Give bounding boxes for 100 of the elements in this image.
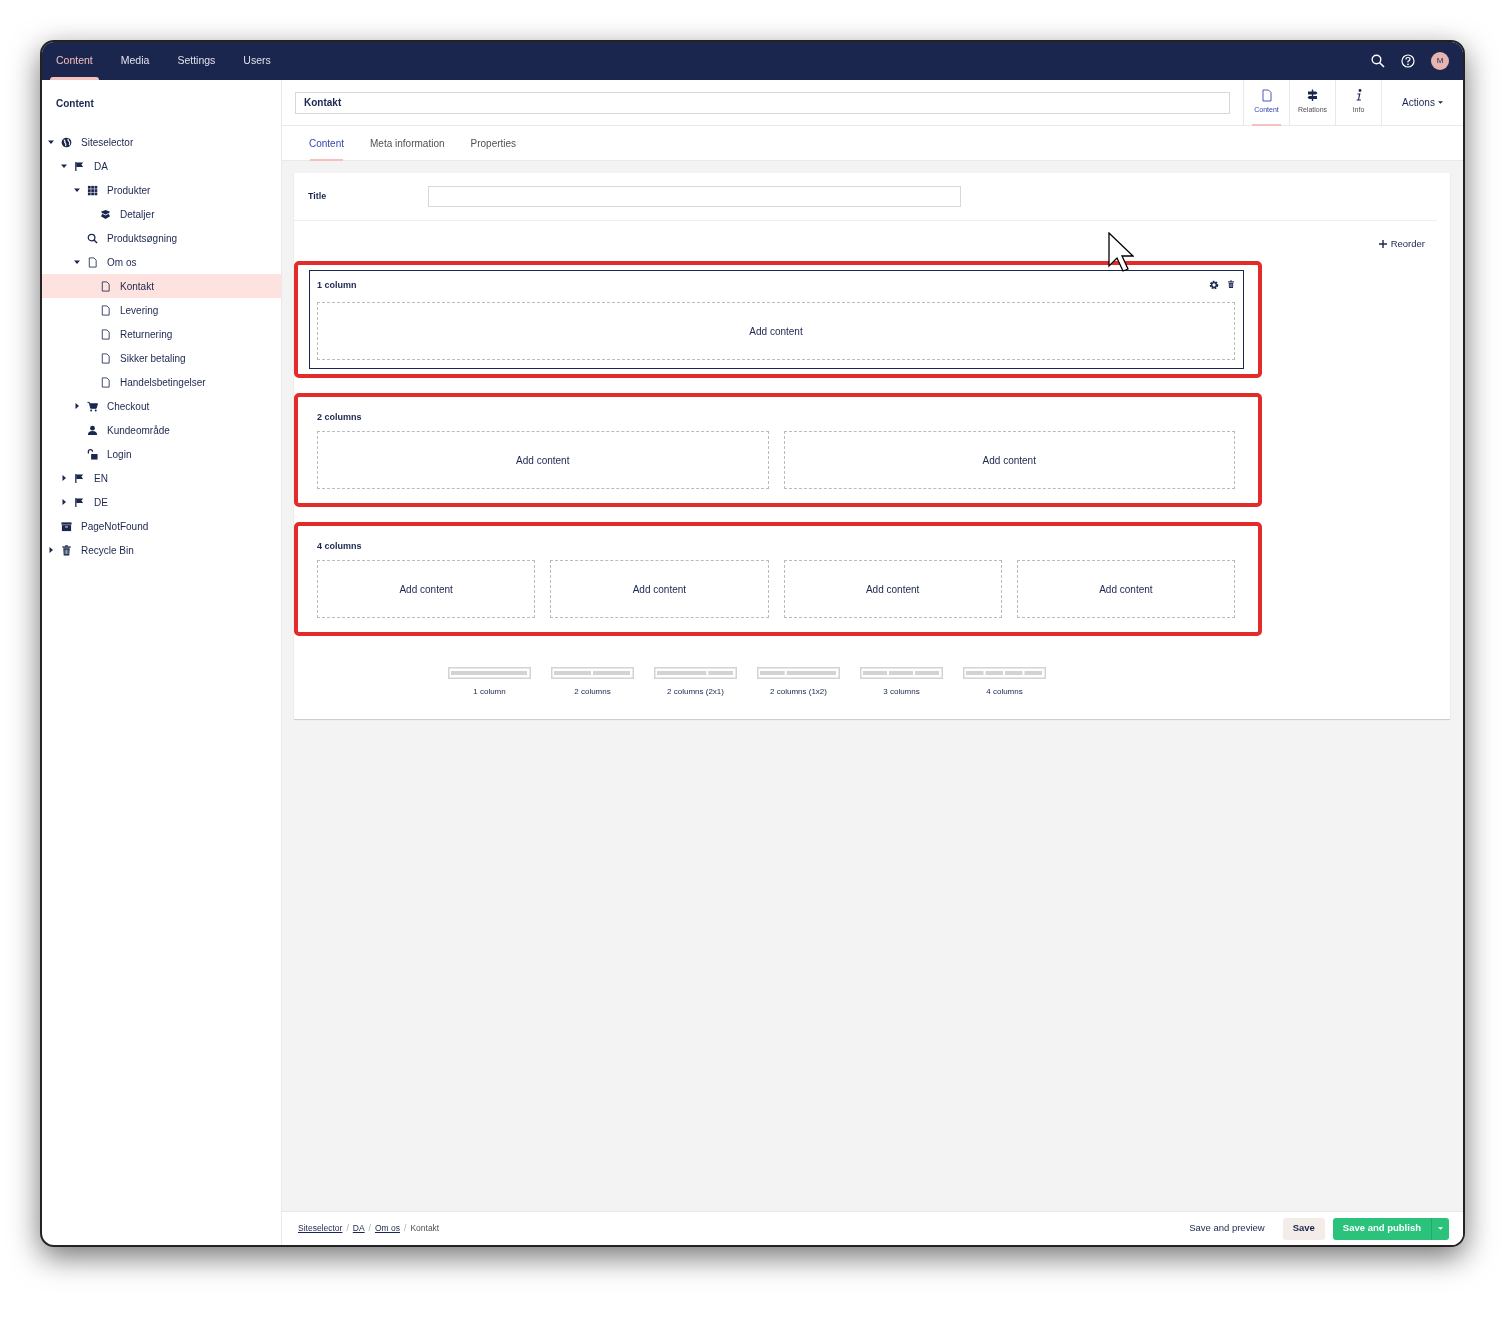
tree-item[interactable]: DA bbox=[42, 154, 281, 178]
add-content-button[interactable]: Add content bbox=[783, 560, 1002, 619]
editor-tab[interactable]: Properties bbox=[457, 126, 530, 161]
name-field[interactable]: Kontakt bbox=[295, 91, 1230, 114]
layout-icon bbox=[757, 667, 840, 680]
flag-icon bbox=[74, 472, 85, 484]
plus-icon bbox=[1378, 240, 1387, 249]
search-icon bbox=[87, 232, 98, 244]
tree-item[interactable]: Checkout bbox=[42, 394, 281, 418]
tree-item[interactable]: Kundeområde bbox=[42, 418, 281, 442]
tree-item[interactable]: EN bbox=[42, 466, 281, 490]
add-content-button[interactable]: Add content bbox=[783, 431, 1235, 490]
mouse-cursor-icon bbox=[1108, 232, 1134, 272]
caret-down-icon bbox=[1437, 100, 1443, 105]
flag-icon bbox=[74, 160, 85, 172]
tree-item[interactable]: PageNotFound bbox=[42, 514, 281, 538]
section-tab[interactable]: Settings bbox=[163, 42, 230, 80]
title-field[interactable] bbox=[428, 186, 961, 207]
cart-icon bbox=[87, 400, 98, 412]
caret-down-icon[interactable] bbox=[74, 259, 80, 265]
layout-option[interactable]: 3 columns bbox=[859, 666, 944, 700]
sidebar-title: Content bbox=[55, 97, 95, 111]
add-content-button[interactable]: Add content bbox=[317, 302, 1235, 361]
field-label: Title bbox=[308, 189, 328, 203]
signpost-icon bbox=[1307, 89, 1318, 103]
document-icon bbox=[100, 376, 111, 388]
save-and-preview-button[interactable]: Save and preview bbox=[1179, 1217, 1275, 1240]
search-icon bbox=[1371, 54, 1385, 68]
tree-item[interactable]: Sikker betaling bbox=[42, 346, 281, 370]
add-content-button[interactable]: Add content bbox=[317, 560, 536, 619]
editor-tab[interactable]: Content bbox=[296, 126, 358, 161]
grid-icon bbox=[87, 184, 98, 196]
grid-row[interactable]: 1 column Add content bbox=[309, 270, 1244, 370]
breadcrumb-link[interactable]: DA bbox=[352, 1222, 365, 1235]
document-icon bbox=[100, 304, 111, 316]
layout-option[interactable]: 1 column bbox=[447, 666, 532, 700]
reorder-button[interactable]: Reorder bbox=[1378, 237, 1425, 252]
breadcrumb-link[interactable]: Om os bbox=[375, 1222, 400, 1235]
grid-row[interactable]: 4 columns Add content Add content Add content Add content bbox=[309, 531, 1244, 628]
layout-icon bbox=[448, 667, 531, 680]
tree-item[interactable]: Produkter bbox=[42, 178, 281, 202]
gear-icon bbox=[1209, 280, 1219, 291]
add-content-button[interactable]: Add content bbox=[550, 560, 769, 619]
user-icon bbox=[87, 424, 98, 436]
tree-item[interactable]: Recycle Bin bbox=[42, 538, 281, 562]
caret-right-icon[interactable] bbox=[74, 403, 80, 409]
caret-right-icon[interactable] bbox=[61, 475, 67, 481]
trash-icon bbox=[61, 544, 72, 556]
section-tab[interactable]: Users bbox=[229, 42, 285, 80]
breadcrumb-separator: / bbox=[404, 1222, 407, 1235]
breadcrumb-separator: / bbox=[368, 1222, 371, 1235]
caret-down-icon[interactable] bbox=[61, 163, 67, 169]
layout-option[interactable]: 4 columns bbox=[962, 666, 1047, 700]
row-title: 1 column bbox=[317, 278, 357, 292]
caret-right-icon[interactable] bbox=[48, 547, 54, 553]
layout-icon bbox=[654, 667, 737, 680]
actions-button[interactable]: Actions bbox=[1381, 79, 1463, 126]
tree-item[interactable]: DE bbox=[42, 490, 281, 514]
editor-tab[interactable]: Meta information bbox=[357, 126, 458, 161]
tree-item[interactable]: Siteselector bbox=[42, 130, 281, 154]
help-icon bbox=[1401, 54, 1415, 68]
layout-icon bbox=[963, 667, 1046, 680]
add-content-button[interactable]: Add content bbox=[1016, 560, 1235, 619]
caret-down-icon[interactable] bbox=[74, 187, 80, 193]
add-content-button[interactable]: Add content bbox=[317, 431, 769, 490]
section-tab[interactable]: Content bbox=[42, 42, 107, 80]
document-icon bbox=[1261, 89, 1272, 103]
tree-item[interactable]: Handelsbetingelser bbox=[42, 370, 281, 394]
document-icon bbox=[100, 280, 111, 292]
flag-icon bbox=[74, 496, 85, 508]
document-icon bbox=[100, 328, 111, 340]
section-tab[interactable]: Media bbox=[106, 42, 164, 80]
archive-box-icon bbox=[61, 520, 72, 532]
trash-icon bbox=[1227, 280, 1235, 291]
publish-options-button[interactable] bbox=[1431, 1217, 1449, 1240]
layout-icon bbox=[551, 667, 634, 680]
caret-right-icon[interactable] bbox=[61, 499, 67, 505]
tree-item[interactable]: Om os bbox=[42, 250, 281, 274]
layout-icon bbox=[860, 667, 943, 680]
grid-row[interactable]: 2 columns Add content Add content bbox=[309, 402, 1244, 499]
boxes-icon bbox=[100, 208, 111, 220]
document-icon bbox=[100, 352, 111, 364]
tree-item[interactable]: Produktsøgning bbox=[42, 226, 281, 250]
layout-option[interactable]: 2 columns (1x2) bbox=[756, 666, 841, 700]
layout-option[interactable]: 2 columns bbox=[550, 666, 635, 700]
layout-option[interactable]: 2 columns (2x1) bbox=[653, 666, 738, 700]
tree-item[interactable]: Returnering bbox=[42, 322, 281, 346]
document-icon bbox=[87, 256, 98, 268]
breadcrumb-separator: / bbox=[346, 1222, 349, 1235]
user-avatar[interactable]: M bbox=[1431, 52, 1449, 70]
save-button[interactable]: Save bbox=[1282, 1217, 1325, 1240]
breadcrumb-current: Kontakt bbox=[410, 1222, 440, 1235]
row-title: 4 columns bbox=[317, 539, 362, 553]
tree-item[interactable]: Detaljer bbox=[42, 202, 281, 226]
breadcrumb-link[interactable]: Siteselector bbox=[298, 1222, 343, 1235]
tree-item[interactable]: Kontakt bbox=[42, 274, 281, 298]
tree-item[interactable]: Login bbox=[42, 442, 281, 466]
caret-down-icon[interactable] bbox=[48, 139, 54, 145]
row-title: 2 columns bbox=[317, 410, 362, 424]
tree-item[interactable]: Levering bbox=[42, 298, 281, 322]
